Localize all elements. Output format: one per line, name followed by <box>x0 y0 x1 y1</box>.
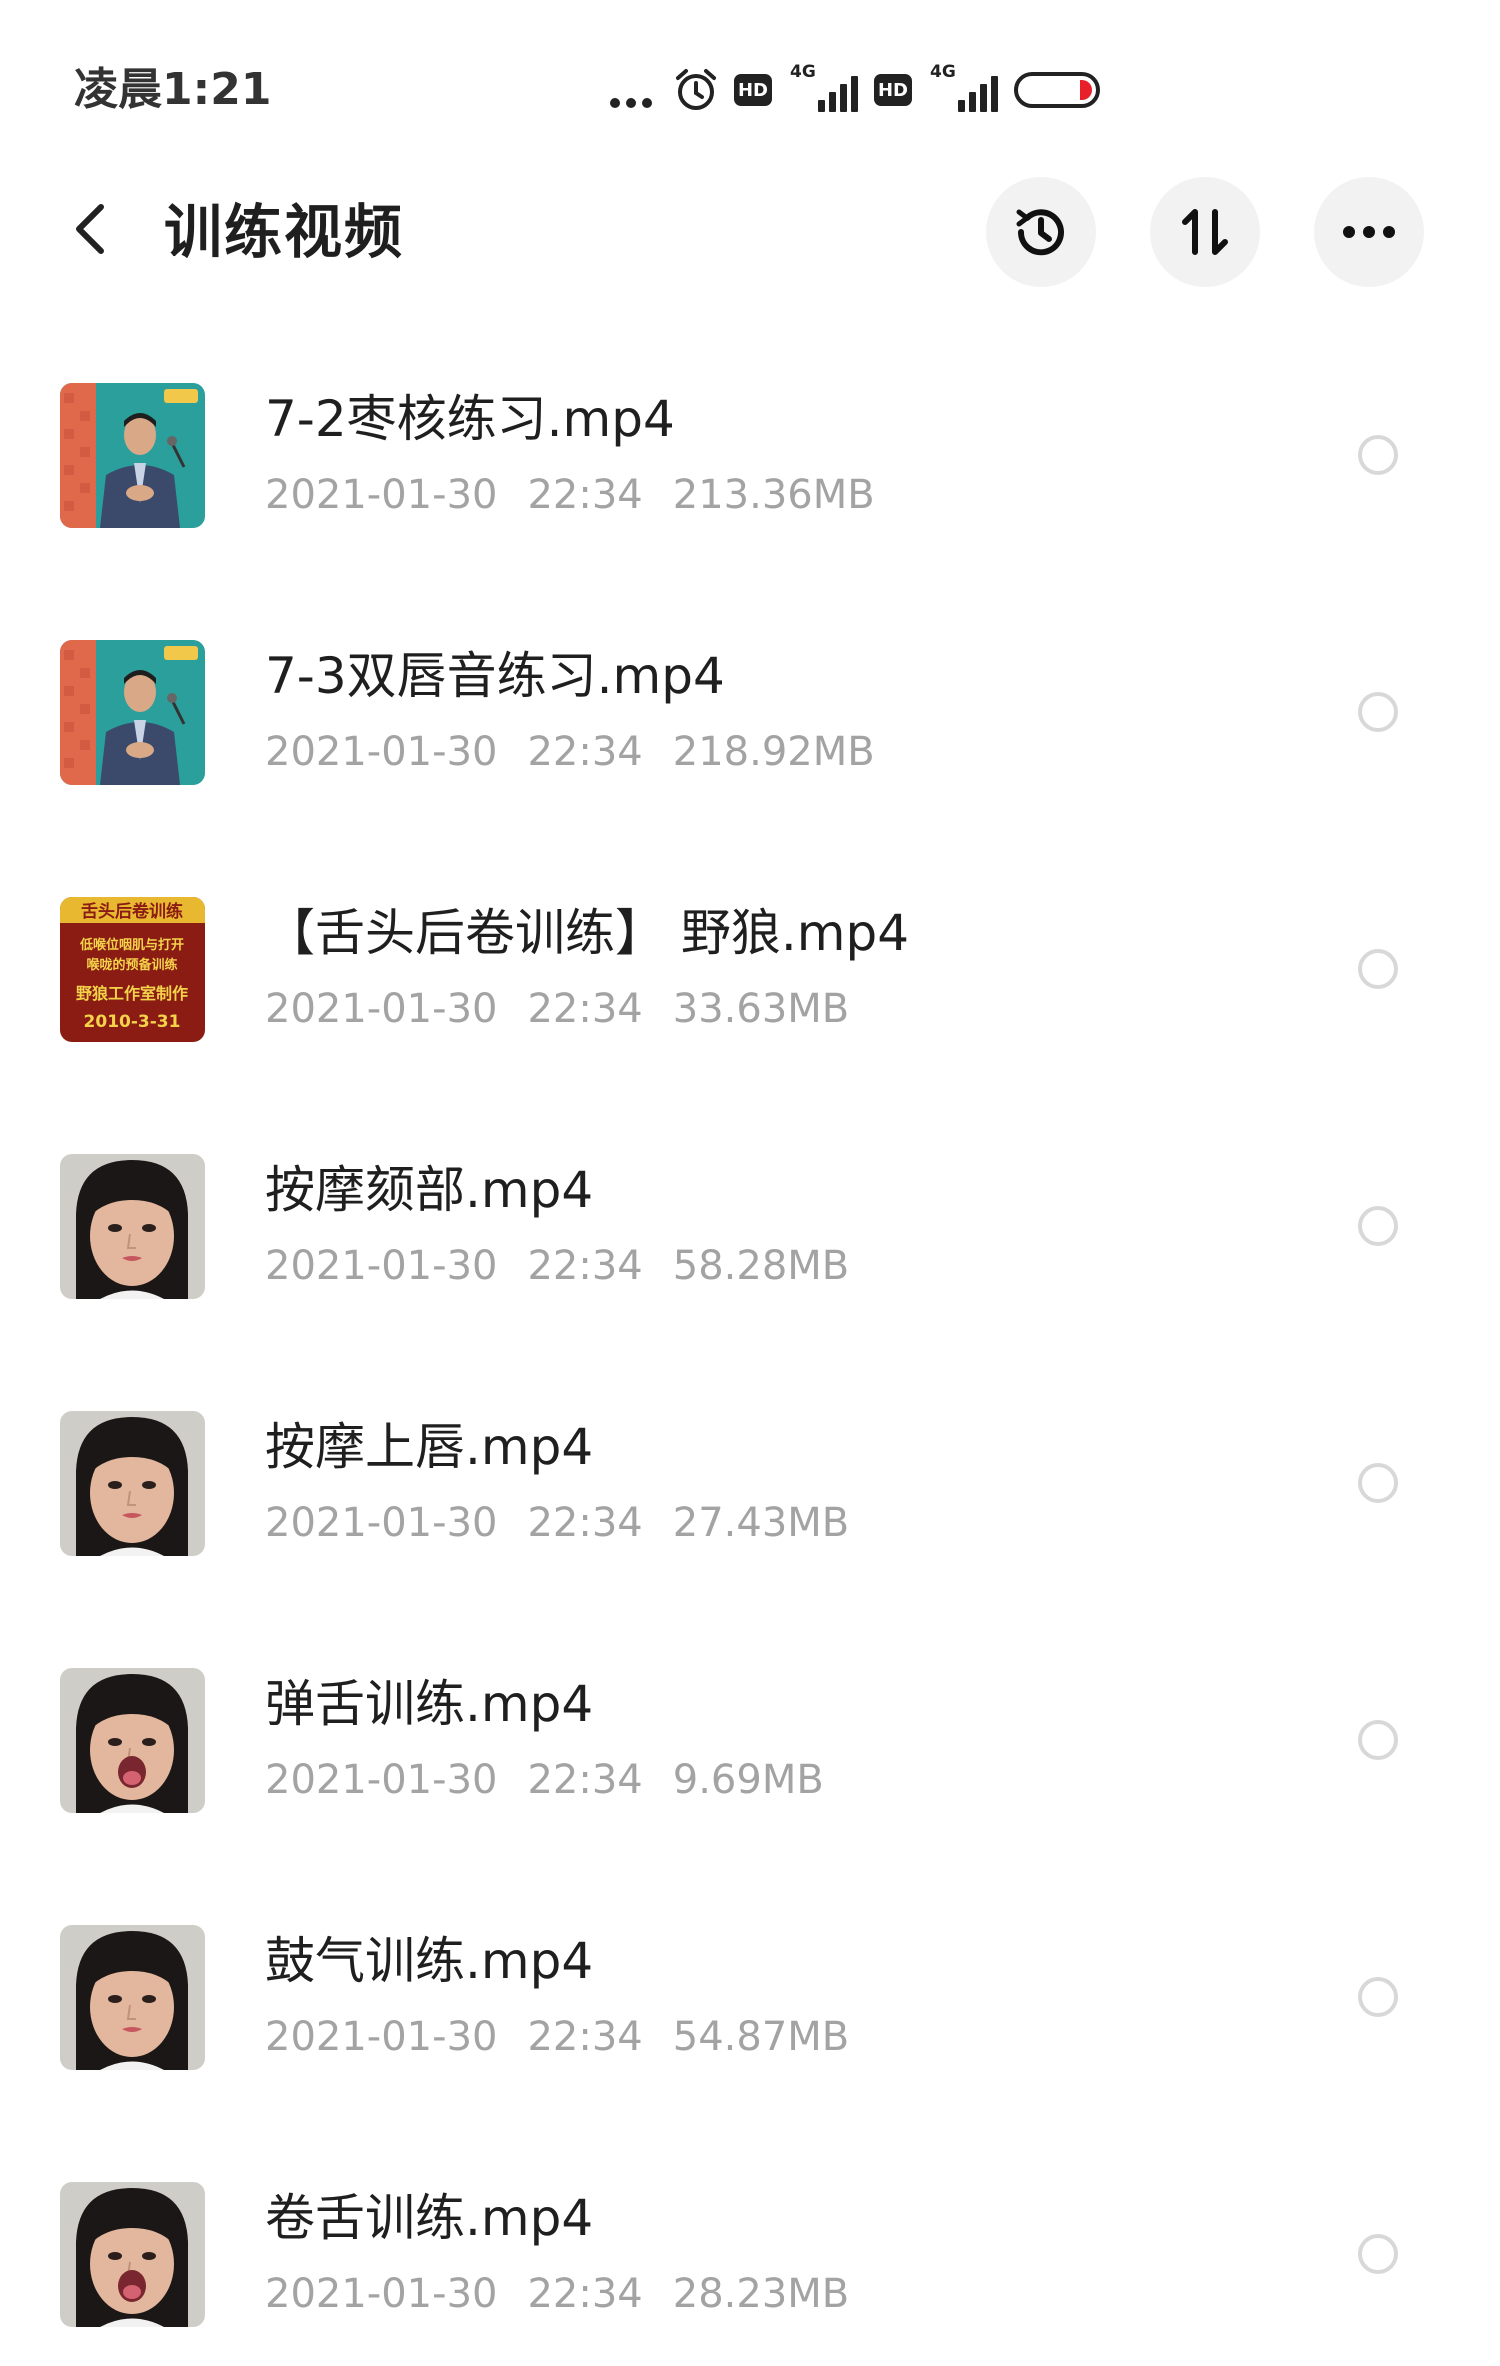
sort-button[interactable] <box>1150 177 1260 287</box>
file-time: 22:34 <box>527 1500 643 1546</box>
file-meta: 2021-01-30 22:34 218.92MB <box>265 727 875 777</box>
history-button[interactable] <box>986 177 1096 287</box>
thumb-caption-text: 低喉位咽肌与打开 <box>79 937 184 953</box>
file-name: 7-2枣核练习.mp4 <box>265 390 675 448</box>
file-name: 【舌头后卷训练】 野狼.mp4 <box>265 904 910 962</box>
file-name: 鼓气训练.mp4 <box>265 1932 594 1990</box>
file-size: 58.28MB <box>672 1243 850 1289</box>
video-thumbnail <box>60 1154 205 1299</box>
video-thumbnail <box>60 640 205 785</box>
select-checkbox[interactable] <box>1358 1463 1398 1503</box>
battery-icon <box>1014 72 1100 108</box>
select-checkbox[interactable] <box>1358 1720 1398 1760</box>
file-size: 9.69MB <box>672 1757 824 1803</box>
file-time: 22:34 <box>527 729 643 775</box>
file-date: 2021-01-30 <box>265 472 498 518</box>
file-name: 按摩颏部.mp4 <box>265 1161 594 1219</box>
select-checkbox[interactable] <box>1358 1977 1398 2017</box>
file-size: 213.36MB <box>672 472 875 518</box>
page-title: 训练视频 <box>164 198 405 266</box>
signal-4g-icon: 4G <box>926 62 1000 118</box>
file-date: 2021-01-30 <box>265 2271 498 2317</box>
thumb-title-text: 舌头后卷训练 <box>81 901 183 922</box>
select-checkbox[interactable] <box>1358 435 1398 475</box>
file-date: 2021-01-30 <box>265 729 498 775</box>
battery-level <box>1080 80 1092 100</box>
file-size: 218.92MB <box>672 729 875 775</box>
thumb-caption-text: 喉咙的预备训练 <box>86 957 177 973</box>
hd-icon: HD <box>734 74 772 106</box>
history-clock-icon <box>1016 209 1064 256</box>
file-size: 27.43MB <box>672 1500 850 1546</box>
chevron-left-icon <box>76 204 104 254</box>
file-name: 按摩上唇.mp4 <box>265 1418 594 1476</box>
file-row[interactable]: 7-2枣核练习.mp4 2021-01-30 22:34 213.36MB <box>0 310 1500 567</box>
file-date: 2021-01-30 <box>265 1757 498 1803</box>
file-time: 22:34 <box>527 986 643 1032</box>
more-horizontal-icon <box>1343 226 1395 238</box>
file-row[interactable]: 按摩颏部.mp4 2021-01-30 22:34 58.28MB <box>0 1081 1500 1338</box>
select-checkbox[interactable] <box>1358 949 1398 989</box>
file-meta: 2021-01-30 22:34 27.43MB <box>265 1498 849 1548</box>
file-size: 54.87MB <box>672 2014 850 2060</box>
select-checkbox[interactable] <box>1358 692 1398 732</box>
file-time: 22:34 <box>527 1757 643 1803</box>
file-meta: 2021-01-30 22:34 28.23MB <box>265 2269 849 2319</box>
file-name: 弹舌训练.mp4 <box>265 1675 594 1733</box>
file-date: 2021-01-30 <box>265 2014 498 2060</box>
status-time: 凌晨1:21 <box>74 64 272 115</box>
app-header: 训练视频 <box>0 160 1500 310</box>
more-options-button[interactable] <box>1314 177 1424 287</box>
network-type-label: 4G <box>790 62 816 82</box>
back-button[interactable] <box>56 194 126 264</box>
file-meta: 2021-01-30 22:34 213.36MB <box>265 470 875 520</box>
more-dots-icon <box>610 68 658 112</box>
file-row[interactable]: 7-3双唇音练习.mp4 2021-01-30 22:34 218.92MB <box>0 567 1500 824</box>
status-icons: HD 4G HD 4G <box>610 58 1114 122</box>
file-time: 22:34 <box>527 1243 643 1289</box>
file-meta: 2021-01-30 22:34 33.63MB <box>265 984 849 1034</box>
video-thumbnail <box>60 1411 205 1556</box>
file-list: 7-2枣核练习.mp4 2021-01-30 22:34 213.36MB 7-3双… <box>0 310 1500 2366</box>
file-row[interactable]: 按摩上唇.mp4 2021-01-30 22:34 27.43MB <box>0 1338 1500 1595</box>
network-type-label: 4G <box>930 62 956 82</box>
file-meta: 2021-01-30 22:34 9.69MB <box>265 1755 824 1805</box>
video-thumbnail: 舌头后卷训练 低喉位咽肌与打开 喉咙的预备训练 野狼工作室制作 2010-3-3… <box>60 897 205 1042</box>
video-thumbnail <box>60 383 205 528</box>
file-size: 33.63MB <box>672 986 850 1032</box>
thumb-caption-text: 2010-3-31 <box>84 1012 181 1032</box>
video-thumbnail <box>60 2182 205 2327</box>
file-time: 22:34 <box>527 2271 643 2317</box>
video-thumbnail <box>60 1925 205 2070</box>
file-row[interactable]: 卷舌训练.mp4 2021-01-30 22:34 28.23MB <box>0 2109 1500 2366</box>
file-row[interactable]: 鼓气训练.mp4 2021-01-30 22:34 54.87MB <box>0 1852 1500 2109</box>
file-date: 2021-01-30 <box>265 1500 498 1546</box>
sort-arrows-icon <box>1182 209 1228 255</box>
file-size: 28.23MB <box>672 2271 850 2317</box>
file-date: 2021-01-30 <box>265 1243 498 1289</box>
status-bar: 凌晨1:21 HD 4G HD 4G <box>0 0 1500 160</box>
alarm-icon <box>676 69 716 110</box>
file-date: 2021-01-30 <box>265 986 498 1032</box>
video-thumbnail <box>60 1668 205 1813</box>
file-row[interactable]: 舌头后卷训练 低喉位咽肌与打开 喉咙的预备训练 野狼工作室制作 2010-3-3… <box>0 824 1500 1081</box>
file-meta: 2021-01-30 22:34 58.28MB <box>265 1241 849 1291</box>
signal-4g-icon: 4G <box>786 62 860 118</box>
file-meta: 2021-01-30 22:34 54.87MB <box>265 2012 849 2062</box>
file-name: 卷舌训练.mp4 <box>265 2189 594 2247</box>
select-checkbox[interactable] <box>1358 2234 1398 2274</box>
file-time: 22:34 <box>527 2014 643 2060</box>
file-time: 22:34 <box>527 472 643 518</box>
file-row[interactable]: 弹舌训练.mp4 2021-01-30 22:34 9.69MB <box>0 1595 1500 1852</box>
select-checkbox[interactable] <box>1358 1206 1398 1246</box>
thumb-caption-text: 野狼工作室制作 <box>76 984 188 1003</box>
hd-icon: HD <box>874 74 912 106</box>
file-name: 7-3双唇音练习.mp4 <box>265 647 725 705</box>
